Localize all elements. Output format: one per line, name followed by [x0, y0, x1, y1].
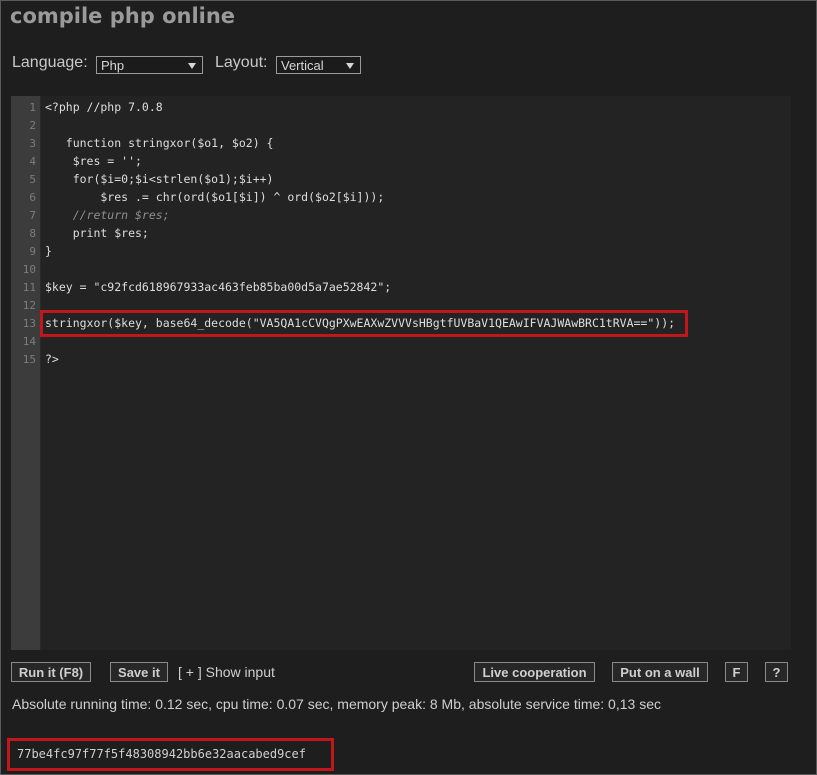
- code-line: function stringxor($o1, $o2) {: [45, 136, 274, 150]
- code-line: <?php //php 7.0.8: [45, 100, 163, 114]
- chevron-down-icon: [346, 63, 354, 69]
- line-number: 13: [22, 317, 36, 330]
- line-number: 12: [22, 299, 36, 312]
- line-number: 1: [29, 101, 36, 114]
- line-number: 14: [22, 335, 36, 348]
- show-input-toggle[interactable]: [ + ] Show input: [178, 664, 275, 680]
- language-select[interactable]: Php: [96, 56, 203, 74]
- line-number: 4: [29, 155, 36, 168]
- line-number: 5: [29, 173, 36, 186]
- save-button[interactable]: Save it: [110, 662, 168, 682]
- highlight-box-code: [40, 310, 688, 337]
- line-number: 15: [22, 353, 36, 366]
- code-line: print $res;: [45, 226, 149, 240]
- code-line: $res .= chr(ord($o1[$i]) ^ ord($o2[$i]))…: [45, 190, 385, 204]
- put-on-wall-button[interactable]: Put on a wall: [612, 662, 708, 682]
- code-line: for($i=0;$i<strlen($o1);$i++): [45, 172, 274, 186]
- line-number: 11: [22, 281, 36, 294]
- fullscreen-button[interactable]: F: [725, 662, 748, 682]
- code-line: //return $res;: [45, 208, 170, 222]
- program-output: 77be4fc97f77f5f48308942bb6e32aacabed9cef: [7, 738, 334, 771]
- code-line: }: [45, 244, 52, 258]
- help-button[interactable]: ?: [765, 662, 788, 682]
- chevron-down-icon: [188, 63, 196, 69]
- language-label: Language:: [12, 54, 88, 71]
- live-cooperation-button[interactable]: Live cooperation: [474, 662, 595, 682]
- line-number: 10: [22, 263, 36, 276]
- language-select-value: Php: [101, 58, 125, 73]
- line-number: 3: [29, 137, 36, 150]
- layout-label: Layout:: [215, 54, 268, 71]
- layout-select[interactable]: Vertical: [276, 56, 361, 74]
- code-line: $res = '';: [45, 154, 142, 168]
- line-number: 2: [29, 119, 36, 132]
- execution-stats: Absolute running time: 0.12 sec, cpu tim…: [12, 696, 661, 712]
- code-editor[interactable]: 1 2 3 4 5 6 7 8 9 10 11 12 13 14 15 <?ph…: [11, 96, 791, 650]
- line-number-gutter: 1 2 3 4 5 6 7 8 9 10 11 12 13 14 15: [11, 96, 41, 650]
- code-line: ?>: [45, 352, 59, 366]
- line-number: 7: [29, 209, 36, 222]
- page-title: compile php online: [10, 4, 236, 28]
- line-number: 9: [29, 245, 36, 258]
- line-number: 8: [29, 227, 36, 240]
- code-line: $key = "c92fcd618967933ac463feb85ba00d5a…: [45, 280, 392, 294]
- layout-select-value: Vertical: [281, 58, 324, 73]
- run-button[interactable]: Run it (F8): [11, 662, 91, 682]
- line-number: 6: [29, 191, 36, 204]
